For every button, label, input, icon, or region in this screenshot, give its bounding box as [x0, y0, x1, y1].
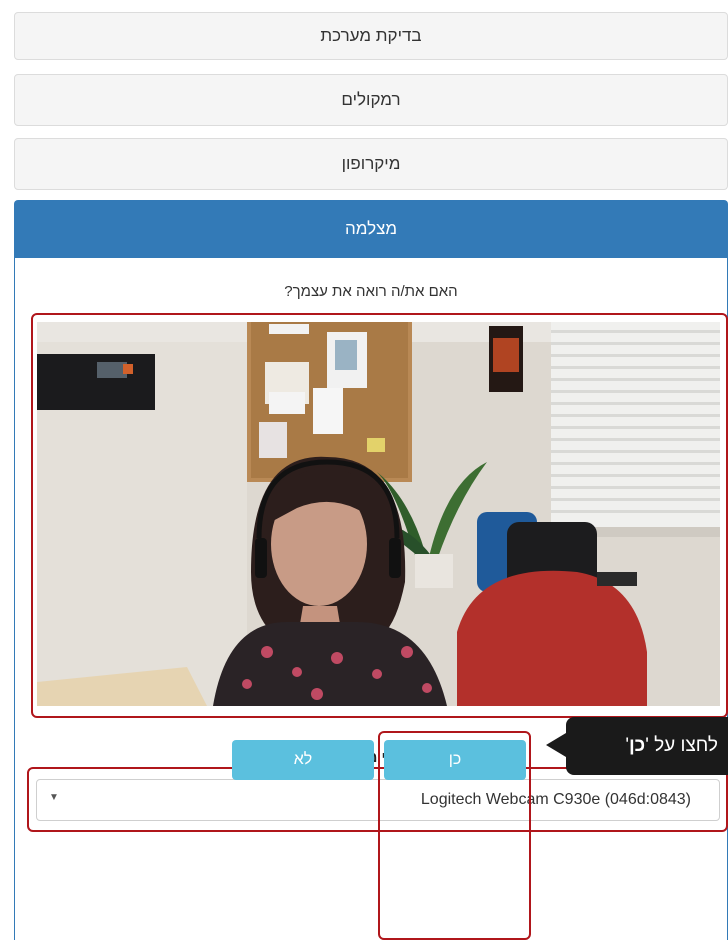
highlight-yes-button: [378, 731, 531, 940]
accordion-camera-label: מצלמה: [344, 219, 398, 238]
accordion-system-check[interactable]: בדיקת מערכת: [14, 12, 728, 60]
accordion-system-check-label: בדיקת מערכת: [320, 26, 422, 45]
callout-keyword: כן: [628, 735, 646, 756]
callout-prefix: לחצו על ': [645, 735, 718, 756]
accordion-speakers-label: רמקולים: [341, 90, 401, 109]
camera-question: האם את/ה רואה את עצמך?: [284, 283, 458, 300]
accordion-speakers[interactable]: רמקולים: [14, 74, 728, 126]
accordion-camera[interactable]: מצלמה: [14, 200, 728, 258]
callout-arrow: [546, 733, 566, 757]
no-button[interactable]: לא: [232, 740, 374, 780]
highlight-camera-preview: [31, 313, 728, 718]
instruction-callout: לחצו על 'כן': [566, 717, 728, 775]
accordion-microphone-label: מיקרופון: [341, 154, 401, 173]
accordion-microphone[interactable]: מיקרופון: [14, 138, 728, 190]
